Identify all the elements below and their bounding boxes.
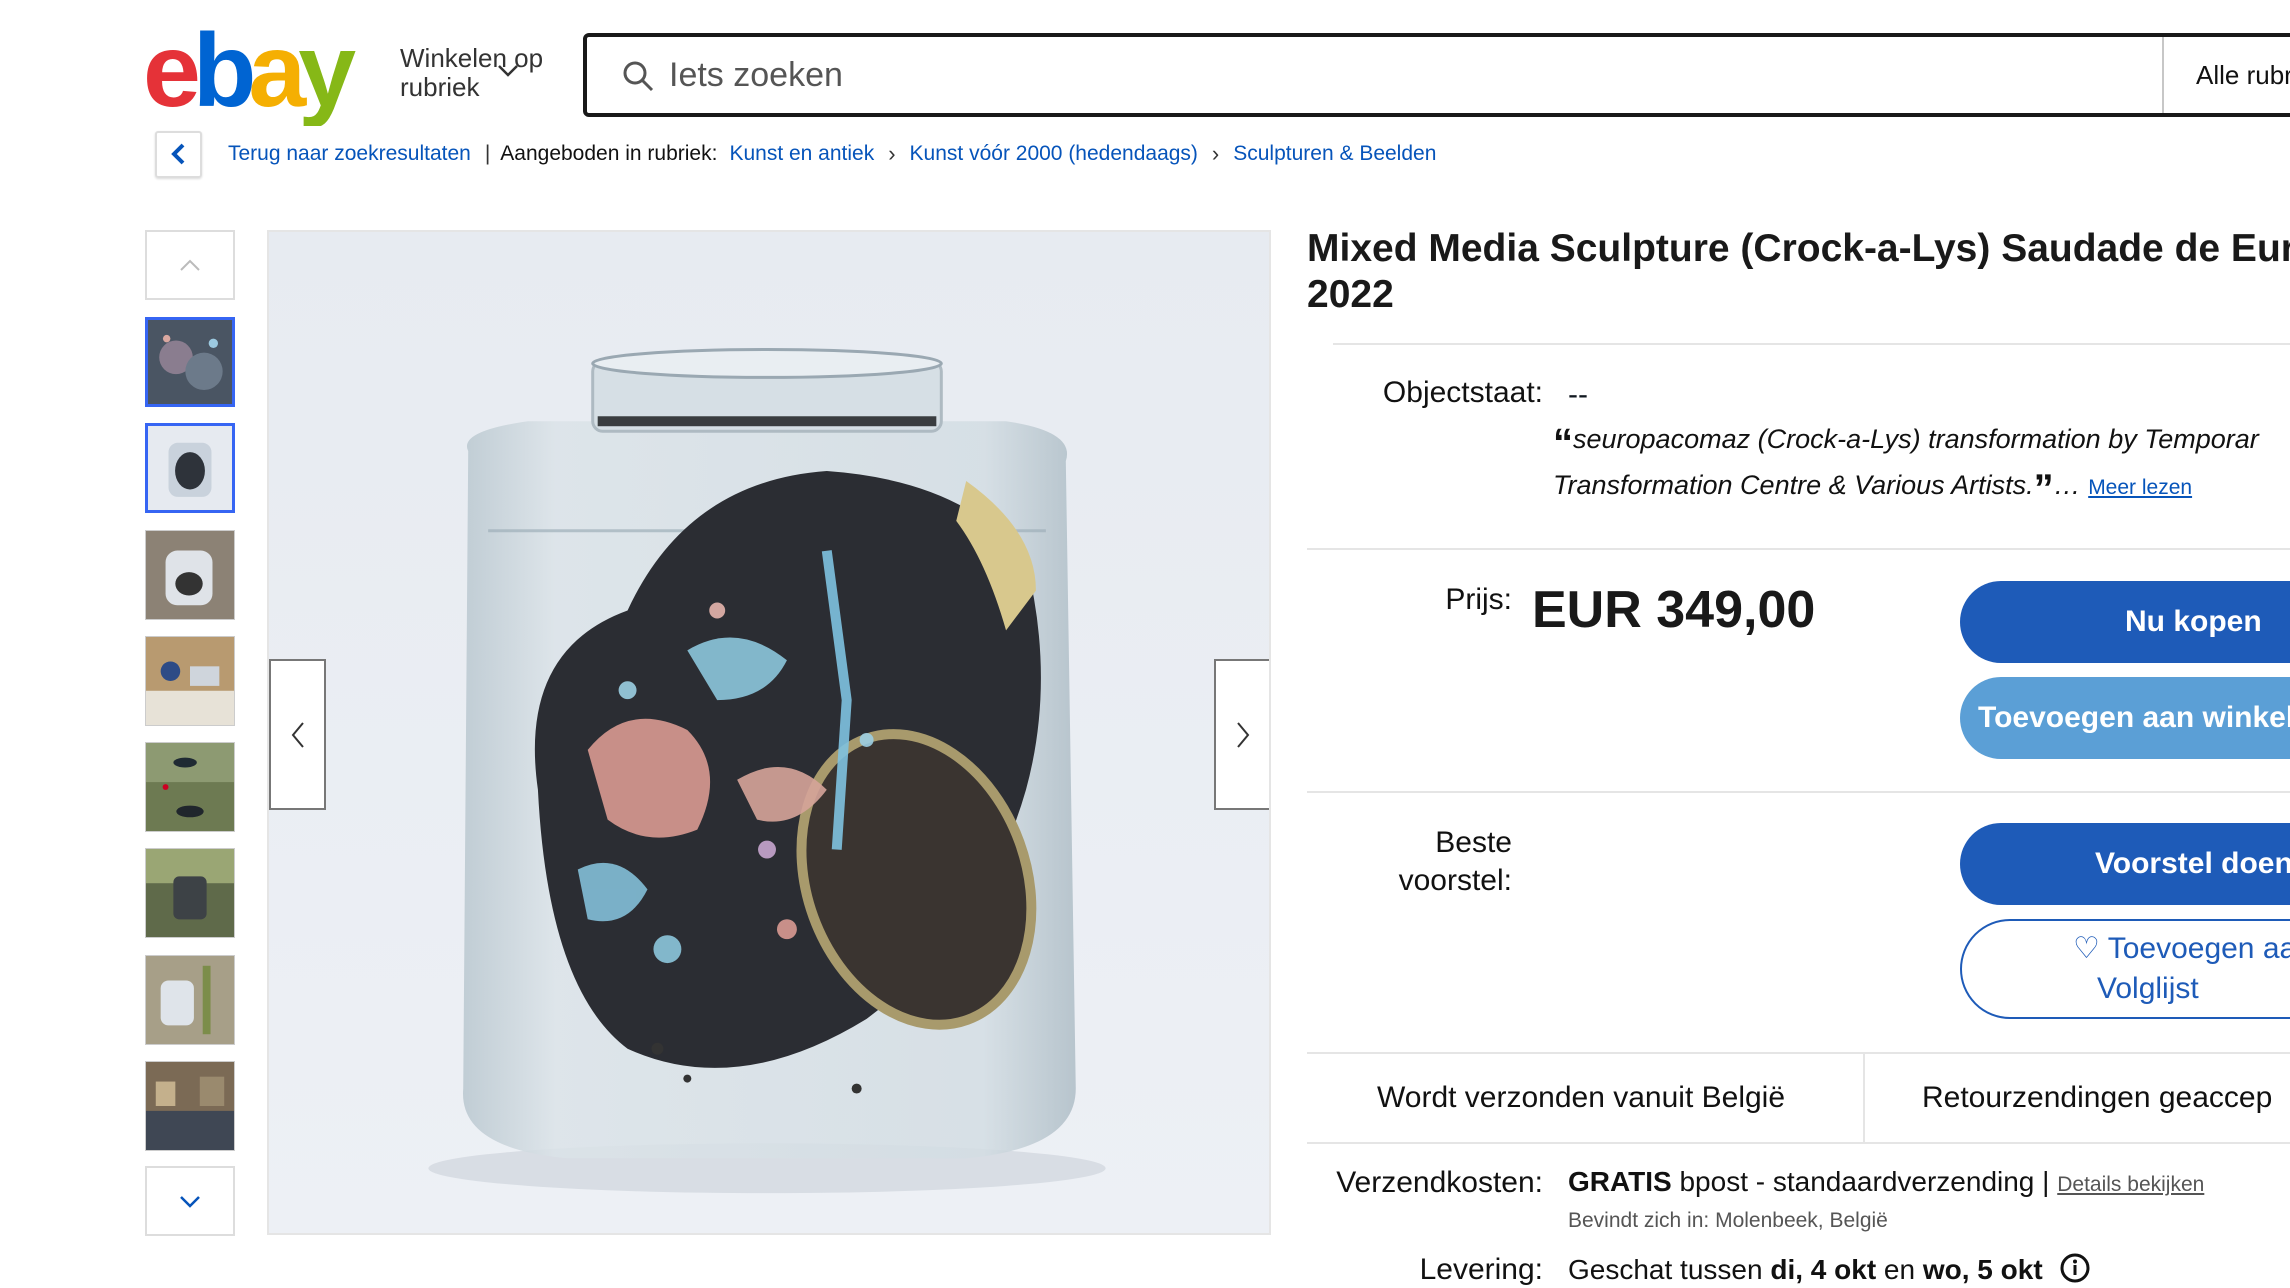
chevron-down-icon [498,65,518,77]
breadcrumb-separator: | [484,142,491,165]
thumbnail-6[interactable] [145,848,235,938]
best-offer-label-line2: voorstel: [1398,864,1512,897]
divider [1307,548,2290,550]
condition-value: -- [1568,378,1588,411]
add-to-watchlist-button[interactable]: ♡ Toevoegen aa Volglijst [1960,919,2290,1019]
thumbnail-image [146,637,234,725]
shipping-cost-label: Verzendkosten: [1336,1166,1543,1199]
shipping-cost-value: GRATIS bpost - standaardverzending | Det… [1568,1166,2205,1197]
item-title-line1: Mixed Media Sculpture (Crock-a-Lys) Saud… [1307,227,2290,270]
condition-description: “seuropacomaz (Crock-a-Lys) transformati… [1553,418,2290,510]
chevron-right-icon: › [888,141,896,166]
thumbnail-4[interactable] [145,636,235,726]
thumbnail-8[interactable] [145,1061,235,1151]
thumbnail-3[interactable] [145,530,235,620]
main-product-image[interactable] [267,230,1271,1235]
thumbnail-image [146,743,234,831]
ebay-logo[interactable]: ebay [143,13,383,129]
delivery-estimate: Geschat tussen di, 4 okt en wo, 5 okt [1568,1253,2090,1286]
search-input[interactable] [669,49,1669,101]
add-to-cart-button[interactable]: Toevoegen aan winkelw [1960,677,2290,759]
chevron-right-icon: › [1211,141,1220,166]
read-more-link[interactable]: Meer lezen [2088,476,2192,499]
chevron-down-icon [180,1196,200,1208]
returns-accepted: Retourzendingen geaccep [1922,1081,2273,1114]
svg-text:ebay: ebay [143,26,356,126]
info-icon[interactable] [2060,1253,2090,1283]
delivery-and: en [1883,1254,1916,1285]
category-select[interactable]: Alle rubr [2162,37,2290,113]
best-offer-label-line1: Beste [1435,826,1512,859]
price-label: Prijs: [1445,583,1512,616]
thumbnail-image [146,531,234,619]
thumbnail-1[interactable] [145,317,235,407]
delivery-prefix: Geschat tussen [1568,1254,1763,1285]
ships-from: Wordt verzonden vanuit België [1377,1081,1786,1114]
thumbnail-image [146,956,234,1044]
shipping-method: bpost - standaardverzending [1679,1166,2035,1197]
thumbnail-image [148,426,232,510]
chevron-right-icon [1236,721,1249,748]
breadcrumb: Terug naar zoekresultaten | Aangeboden i… [155,129,1436,179]
thumbnail-7[interactable] [145,955,235,1045]
condition-label: Objectstaat: [1382,376,1543,409]
buy-now-button[interactable]: Nu kopen [1960,581,2290,663]
best-offer-label: Beste voorstel: [1300,824,1512,900]
back-to-results-link[interactable]: Terug naar zoekresultaten [228,142,471,166]
thumbnail-image [146,849,234,937]
search-bar: Alle rubr [583,33,2290,117]
delivery-label: Levering: [1419,1253,1543,1286]
watchlist-line1: Toevoegen aa [2107,932,2290,965]
heart-icon: ♡ [2073,932,2100,965]
breadcrumb-item-contemporary-art[interactable]: Kunst vóór 2000 (hedendaags) [910,142,1198,166]
item-location: Bevindt zich in: Molenbeek, België [1568,1209,1888,1232]
thumbnail-image [148,320,232,404]
make-offer-button[interactable]: Voorstel doen [1960,823,2290,905]
divider [1307,791,2290,793]
delivery-to: wo, 5 okt [1922,1254,2043,1285]
breadcrumb-item-art-antiques[interactable]: Kunst en antiek [729,142,874,166]
shop-by-category-line2: rubriek [400,72,480,102]
close-quote-mark: ” [2033,467,2054,511]
price-value: EUR 349,00 [1532,581,1816,639]
glass-jar-sculpture-photo [269,232,1269,1233]
chevron-left-icon [170,143,184,165]
thumbnail-5[interactable] [145,742,235,832]
ebay-logo-graphic: ebay [143,13,364,129]
shipping-returns-row: Wordt verzonden vanuit België Retourzend… [1307,1052,2290,1144]
shop-by-category-line1: Winkelen op [400,43,544,73]
open-quote-mark: “ [1553,421,1573,465]
watchlist-line2: Volglijst [2097,972,2199,1005]
ellipsis: … [2053,470,2089,500]
thumbnail-scroll-up-button[interactable] [145,230,235,300]
quote-line2: Transformation Centre & Various Artists. [1553,470,2034,500]
chevron-up-icon [180,259,200,271]
item-title-line2: 2022 [1307,273,1394,316]
divider [1863,1054,1865,1142]
shipping-details-link[interactable]: Details bekijken [2057,1173,2204,1196]
search-icon [623,61,654,92]
chevron-left-icon [291,721,304,748]
next-image-button[interactable] [1214,659,1269,810]
back-button[interactable] [155,130,202,178]
thumbnail-2[interactable] [145,423,235,513]
previous-image-button[interactable] [269,659,326,810]
shop-by-category-button[interactable]: Winkelen op rubriek [400,44,543,102]
listed-in-label: Aangeboden in rubriek: [500,142,718,165]
item-title: Mixed Media Sculpture (Crock-a-Lys) Saud… [1307,226,2290,318]
breadcrumb-item-sculptures[interactable]: Sculpturen & Beelden [1233,142,1436,166]
divider [1333,343,2290,345]
thumbnail-image [146,1062,234,1150]
shipping-free: GRATIS [1568,1166,1672,1197]
delivery-from: di, 4 okt [1770,1254,1877,1285]
quote-line1: seuropacomaz (Crock-a-Lys) transformatio… [1573,424,2259,454]
thumbnail-scroll-down-button[interactable] [145,1166,235,1236]
